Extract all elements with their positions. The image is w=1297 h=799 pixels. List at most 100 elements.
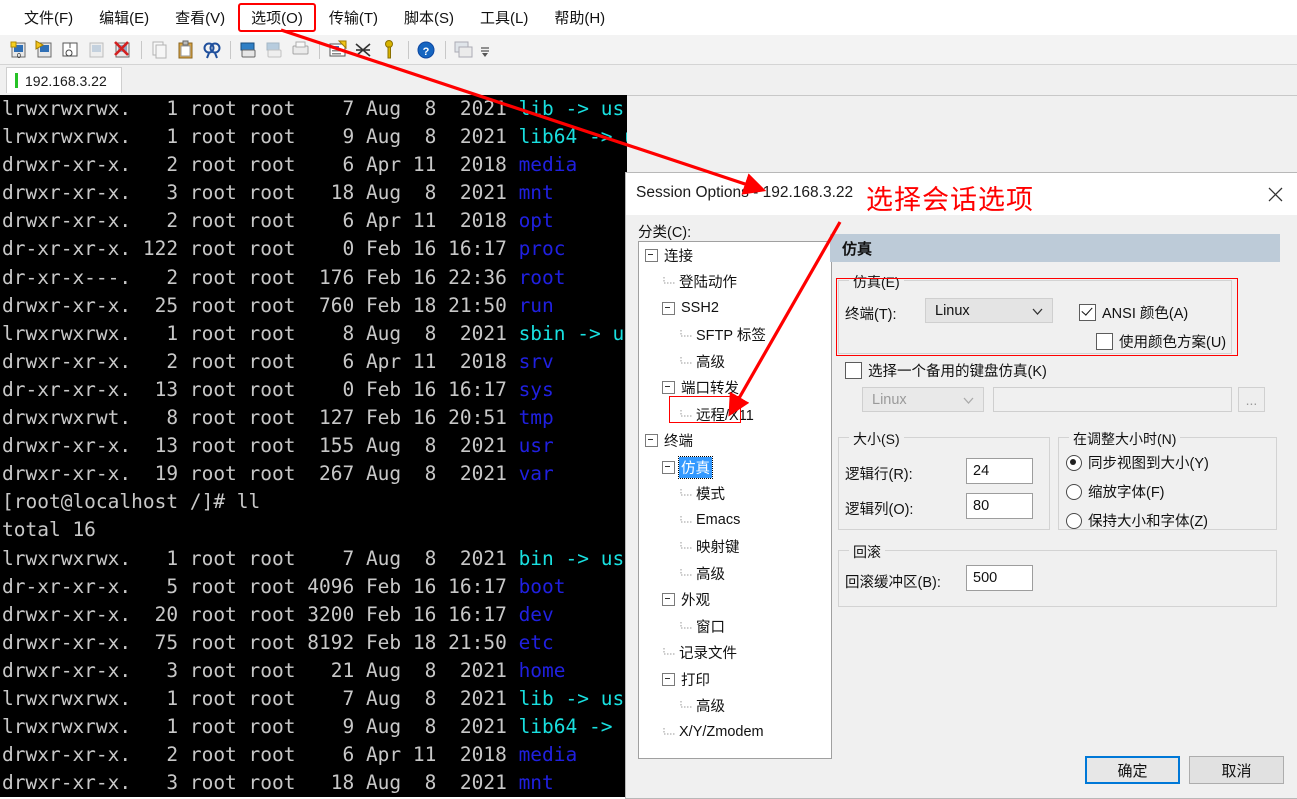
help-icon[interactable]: ? bbox=[416, 39, 438, 61]
menu-item-7[interactable]: 工具(L) bbox=[468, 4, 540, 31]
cancel-button[interactable]: 取消 bbox=[1189, 756, 1284, 784]
tree-expander-icon[interactable] bbox=[662, 301, 675, 315]
ok-button[interactable]: 确定 bbox=[1085, 756, 1180, 784]
menu-item-3[interactable]: 查看(V) bbox=[163, 4, 237, 31]
paste-icon[interactable] bbox=[175, 39, 197, 61]
resize-option-sync-view[interactable]: 同步视图到大小(Y) bbox=[1066, 452, 1209, 473]
tree-expander-icon[interactable] bbox=[645, 434, 658, 448]
dialog-title: Session Options - 192.168.3.22 bbox=[636, 184, 854, 201]
terminal-file-name: media bbox=[518, 153, 578, 177]
menu-item-1[interactable]: 文件(F) bbox=[12, 4, 85, 31]
toolbar-overflow-icon[interactable] bbox=[479, 39, 491, 61]
terminal-line-meta: drwxr-xr-x. 2 root root 6 Apr 11 2018 bbox=[2, 153, 519, 177]
terminal-combobox[interactable]: Linux bbox=[925, 298, 1053, 323]
category-tree[interactable]: 连接 登陆动作 SSH2 SFTP 标签 高级 端口转发 远程/X11 终端 仿真 模式 Emacs… bbox=[638, 241, 832, 759]
terminal-line: drwxr-xr-x. 2 root root 6 Apr 11 2018 op… bbox=[0, 207, 627, 235]
copy-icon[interactable] bbox=[149, 39, 171, 61]
alt-keyboard-checkbox[interactable]: 选择一个备用的键盘仿真(K) bbox=[845, 360, 1047, 381]
terminal-line: drwxrwxrwt. 8 root root 127 Feb 16 20:51… bbox=[0, 404, 627, 432]
arrange-icon[interactable] bbox=[453, 39, 475, 61]
tree-expander-icon[interactable] bbox=[662, 381, 675, 395]
tree-item-12[interactable]: 映射键 bbox=[639, 534, 831, 561]
scrollback-buffer-input[interactable]: 500 bbox=[966, 565, 1033, 591]
tree-item-4[interactable]: SFTP 标签 bbox=[639, 322, 831, 349]
tree-item-14[interactable]: 外观 bbox=[639, 587, 831, 614]
terminal-line: drwxr-xr-x. 2 root root 6 Apr 11 2018 me… bbox=[0, 741, 627, 769]
menu-item-2[interactable]: 编辑(E) bbox=[87, 4, 161, 31]
tree-expander-icon[interactable] bbox=[662, 672, 675, 686]
tree-item-9[interactable]: 仿真 bbox=[639, 454, 831, 481]
rows-input[interactable]: 24 bbox=[966, 458, 1033, 484]
terminal-file-name: sys bbox=[518, 377, 554, 401]
ansi-color-checkbox[interactable]: ANSI 颜色(A) bbox=[1079, 302, 1188, 323]
tree-item-7[interactable]: 远程/X11 bbox=[639, 401, 831, 428]
terminal-line: lrwxrwxrwx. 1 root root 7 Aug 8 2021 lib… bbox=[0, 95, 627, 123]
tree-item-17[interactable]: 打印 bbox=[639, 666, 831, 693]
color-scheme-checkbox[interactable]: 使用颜色方案(U) bbox=[1096, 331, 1226, 352]
alt-keyboard-combobox[interactable]: Linux bbox=[862, 387, 984, 412]
disconnect-icon[interactable] bbox=[86, 39, 108, 61]
terminal-file-name: run bbox=[518, 293, 554, 317]
disconnect-all-icon[interactable] bbox=[112, 39, 134, 61]
tree-item-label: 外观 bbox=[681, 593, 710, 610]
tree-item-18[interactable]: 高级 bbox=[639, 693, 831, 720]
tree-item-6[interactable]: 端口转发 bbox=[639, 375, 831, 402]
session-tab[interactable]: 192.168.3.22 bbox=[6, 67, 122, 93]
tree-item-2[interactable]: 登陆动作 bbox=[639, 269, 831, 296]
resize-option-keep-size[interactable]: 保持大小和字体(Z) bbox=[1066, 510, 1208, 531]
terminal-line: drwxr-xr-x. 3 root root 18 Aug 8 2021 mn… bbox=[0, 769, 627, 797]
clone-session-icon[interactable] bbox=[60, 39, 82, 61]
connect-sftp-icon[interactable] bbox=[34, 39, 56, 61]
tree-item-19[interactable]: X/Y/Zmodem bbox=[639, 719, 831, 746]
tree-item-label: X/Y/Zmodem bbox=[679, 724, 764, 741]
tree-item-8[interactable]: 终端 bbox=[639, 428, 831, 455]
alt-keyboard-browse-button[interactable]: ... bbox=[1238, 387, 1265, 412]
resize-option-label: 保持大小和字体(Z) bbox=[1088, 514, 1209, 530]
terminal-line-meta: drwxr-xr-x. 19 root root 267 Aug 8 2021 bbox=[2, 462, 519, 486]
key-icon[interactable] bbox=[379, 39, 401, 61]
terminal-line-meta: drwxr-xr-x. 3 root root 21 Aug 8 2021 bbox=[2, 658, 519, 682]
resize-group-title: 在调整大小时(N) bbox=[1069, 429, 1181, 449]
terminal-line: drwxr-xr-x. 20 root root 3200 Feb 16 16:… bbox=[0, 601, 627, 629]
terminal-line-meta: drwxr-xr-x. 3 root root 18 Aug 8 2021 bbox=[2, 771, 519, 795]
menu-item-8[interactable]: 帮助(H) bbox=[542, 4, 617, 31]
tree-item-11[interactable]: Emacs bbox=[639, 507, 831, 534]
terminal-file-name: boot bbox=[518, 574, 566, 598]
tree-item-5[interactable]: 高级 bbox=[639, 348, 831, 375]
category-label: 分类(C): bbox=[638, 225, 692, 241]
tree-item-label: 窗口 bbox=[696, 619, 725, 636]
terminal-output-pane[interactable]: lrwxrwxrwx. 1 root root 7 Aug 8 2021 lib… bbox=[0, 95, 627, 797]
radio-box bbox=[1066, 512, 1082, 529]
tree-item-3[interactable]: SSH2 bbox=[639, 295, 831, 322]
print-icon[interactable] bbox=[238, 39, 260, 61]
tree-item-16[interactable]: 记录文件 bbox=[639, 640, 831, 667]
tree-item-15[interactable]: 窗口 bbox=[639, 613, 831, 640]
terminal-label: 终端(T): bbox=[845, 307, 897, 323]
global-options-icon[interactable] bbox=[353, 39, 375, 61]
terminal-line-meta: lrwxrwxrwx. 1 root root 7 Aug 8 2021 bbox=[2, 546, 519, 570]
terminal-line: lrwxrwxrwx. 1 root root 7 Aug 8 2021 bin… bbox=[0, 545, 627, 573]
session-options-icon[interactable] bbox=[327, 39, 349, 61]
new-session-icon[interactable]: 0 bbox=[8, 39, 30, 61]
tree-item-10[interactable]: 模式 bbox=[639, 481, 831, 508]
tree-expander-icon[interactable] bbox=[662, 593, 675, 607]
tree-item-label: SSH2 bbox=[681, 300, 719, 317]
print-screen-icon[interactable] bbox=[290, 39, 312, 61]
menu-item-6[interactable]: 脚本(S) bbox=[392, 4, 466, 31]
tree-expander-icon[interactable] bbox=[645, 248, 658, 262]
menu-item-5[interactable]: 传输(T) bbox=[317, 4, 390, 31]
tree-item-1[interactable]: 连接 bbox=[639, 242, 831, 269]
terminal-file-name: lib -> usr/lib bbox=[518, 97, 627, 120]
find-icon[interactable] bbox=[201, 39, 223, 61]
cols-input[interactable]: 80 bbox=[966, 493, 1033, 519]
log-session-icon[interactable] bbox=[264, 39, 286, 61]
tree-item-label: 高级 bbox=[696, 566, 725, 583]
scrollback-buffer-label: 回滚缓冲区(B): bbox=[845, 575, 941, 591]
menu-item-4[interactable]: 选项(O) bbox=[238, 3, 316, 32]
tree-item-13[interactable]: 高级 bbox=[639, 560, 831, 587]
resize-option-scale-font[interactable]: 缩放字体(F) bbox=[1066, 481, 1165, 502]
terminal-file-name: sbin -> usr/sbin bbox=[518, 321, 627, 345]
close-icon[interactable] bbox=[1252, 173, 1297, 215]
tree-expander-icon[interactable] bbox=[662, 460, 675, 474]
alt-keyboard-path-input[interactable] bbox=[993, 387, 1232, 412]
